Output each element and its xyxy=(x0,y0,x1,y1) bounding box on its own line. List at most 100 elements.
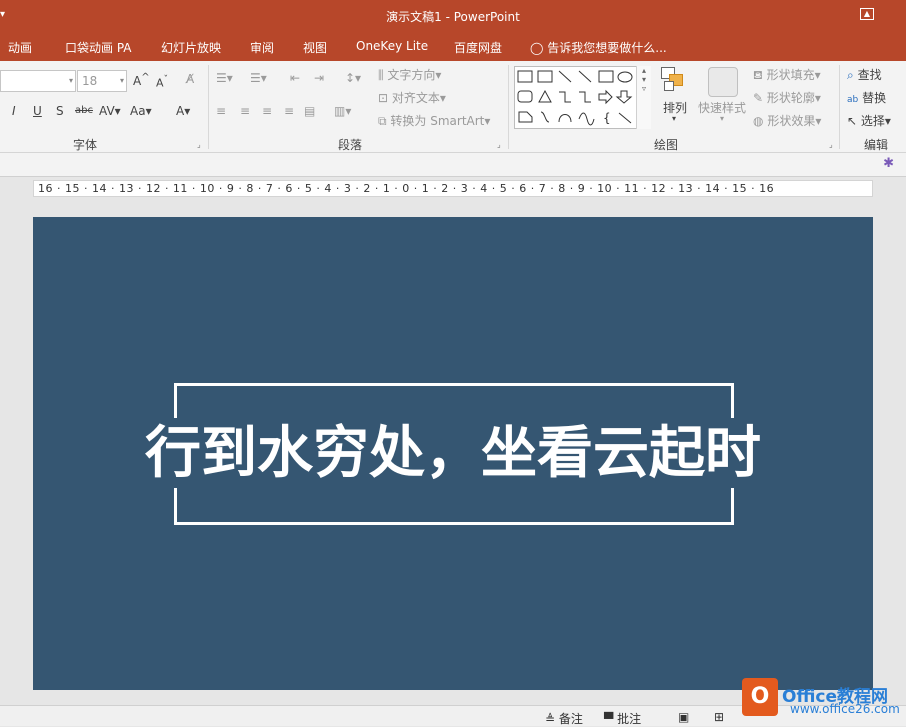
numbering-icon[interactable]: ☰▾ xyxy=(250,71,267,85)
slide-title-text[interactable]: 行到水穷处，坐看云起时 xyxy=(133,418,773,488)
search-icon: ⌕ xyxy=(847,68,854,82)
horizontal-ruler: 16 · 15 · 14 · 13 · 12 · 11 · 10 · 9 · 8… xyxy=(33,180,873,197)
shrink-font-icon[interactable]: Aˇ xyxy=(156,74,168,90)
align-text-button[interactable]: ⊡ 对齐文本▾ xyxy=(378,89,446,106)
slide-canvas[interactable]: 行到水穷处，坐看云起时 xyxy=(33,217,873,690)
font-group-label: 字体 xyxy=(73,136,97,153)
tell-me-text: 告诉我您想要做什么... xyxy=(547,41,666,55)
tell-me-box[interactable]: ◯ 告诉我您想要做什么... xyxy=(530,39,667,56)
tab-view[interactable]: 视图 xyxy=(303,39,327,56)
font-name-input[interactable]: ▾ xyxy=(0,70,76,92)
effects-icon: ◍ xyxy=(753,114,763,128)
notes-button[interactable]: ≜ 备注 xyxy=(545,710,583,727)
drawing-dialog-launcher-icon[interactable]: ⌟ xyxy=(829,140,833,149)
underline-icon[interactable]: U xyxy=(33,104,42,118)
design-ideas-icon[interactable]: ✱ xyxy=(883,156,894,171)
text-direction-icon: ⫼ xyxy=(378,68,384,82)
italic-icon[interactable]: I xyxy=(12,104,16,118)
shadow-icon[interactable]: S xyxy=(56,104,64,118)
shape-effects-button[interactable]: ◍ 形状效果▾ xyxy=(753,112,821,129)
normal-view-icon[interactable]: ▣ xyxy=(678,710,689,724)
cursor-icon: ↖ xyxy=(847,114,857,128)
distributed-icon[interactable]: ▤ xyxy=(304,104,315,118)
window-title: 演示文稿1 - PowerPoint xyxy=(0,8,906,25)
align-center-icon[interactable]: ≡ xyxy=(240,104,250,118)
group-divider xyxy=(508,65,509,149)
select-button[interactable]: ↖ 选择▾ xyxy=(847,112,891,129)
shapes-gallery[interactable]: { xyxy=(514,66,651,129)
convert-smartart-button[interactable]: ⧉ 转换为 SmartArt▾ xyxy=(378,112,490,129)
watermark-url: www.office26.com xyxy=(790,702,900,716)
site-watermark: O Office教程网 www.office26.com xyxy=(742,678,906,726)
frame-bottom-bracket[interactable] xyxy=(174,487,734,525)
decrease-indent-icon[interactable]: ⇤ xyxy=(290,71,300,85)
paragraph-group-label: 段落 xyxy=(338,136,362,153)
find-button[interactable]: ⌕ 查找 xyxy=(847,66,882,83)
textbox-shape-icon xyxy=(518,71,532,82)
notes-icon: ≜ xyxy=(545,712,555,726)
editing-group-label: 编辑 xyxy=(864,136,888,153)
title-bar: ▾ 演示文稿1 - PowerPoint ▲ xyxy=(0,0,906,33)
ribbon-tab-bar: 动画 口袋动画 PA 幻灯片放映 审阅 视图 OneKey Lite 百度网盘 … xyxy=(0,33,906,61)
paragraph-dialog-launcher-icon[interactable]: ⌟ xyxy=(497,140,501,149)
line-spacing-icon[interactable]: ↕▾ xyxy=(345,71,361,85)
lightbulb-icon: ◯ xyxy=(530,41,543,55)
font-size-input[interactable]: 18 ▾ xyxy=(77,70,127,92)
rounded-rect-shape-icon xyxy=(518,91,532,102)
font-dialog-launcher-icon[interactable]: ⌟ xyxy=(197,140,201,149)
quick-styles-icon xyxy=(708,67,738,97)
strikethrough-icon[interactable]: abc xyxy=(75,105,93,116)
text-direction-button[interactable]: ⫼ 文字方向▾ xyxy=(378,66,441,83)
arrange-icon xyxy=(661,67,689,93)
tab-onekey-lite[interactable]: OneKey Lite xyxy=(356,39,428,53)
tab-animations[interactable]: 动画 xyxy=(8,39,32,56)
right-arrow-shape-icon xyxy=(599,91,612,103)
snip-shape-icon xyxy=(519,112,532,122)
smartart-icon: ⧉ xyxy=(378,114,387,128)
align-left-icon[interactable]: ≡ xyxy=(216,104,226,118)
clear-formatting-icon[interactable]: A̸ xyxy=(186,72,194,86)
tab-pocket-animation[interactable]: 口袋动画 PA xyxy=(65,39,132,56)
columns-icon[interactable]: ▥▾ xyxy=(334,104,351,118)
tab-review[interactable]: 审阅 xyxy=(250,39,274,56)
office-logo-icon: O xyxy=(742,678,778,716)
justify-icon[interactable]: ≡ xyxy=(284,104,294,118)
replace-button[interactable]: ab 替换 xyxy=(847,89,886,106)
drawing-group-label: 绘图 xyxy=(654,136,678,153)
ruler-marks: 16 · 15 · 14 · 13 · 12 · 11 · 10 · 9 · 8… xyxy=(38,182,774,195)
elbow-connector-icon xyxy=(559,92,571,102)
tab-slideshow[interactable]: 幻灯片放映 xyxy=(161,39,221,56)
tab-baidu-netdisk[interactable]: 百度网盘 xyxy=(454,39,502,56)
line-shape-icon xyxy=(559,71,571,82)
comments-button[interactable]: ▀ 批注 xyxy=(604,710,641,727)
shape-outline-button[interactable]: ✎ 形状轮廓▾ xyxy=(753,89,821,106)
change-case-icon[interactable]: Aa▾ xyxy=(130,104,152,118)
group-divider xyxy=(208,65,209,149)
arrow-shape-icon xyxy=(579,71,591,82)
elbow-arrow-icon xyxy=(579,92,591,102)
collapsed-pane-bar: ✱ xyxy=(0,153,906,177)
bullets-icon[interactable]: ☰▾ xyxy=(216,71,233,85)
triangle-shape-icon xyxy=(539,91,551,102)
shapes-gallery-scroll[interactable]: ▴▾▿ xyxy=(636,66,651,129)
rectangle-shape-icon xyxy=(599,71,613,82)
frame-top-bracket[interactable] xyxy=(174,383,734,419)
increase-indent-icon[interactable]: ⇥ xyxy=(314,71,324,85)
font-color-icon[interactable]: A▾ xyxy=(176,104,190,118)
ribbon: ▾ 18 ▾ A^ Aˇ A̸ I U S abc AV▾ Aa▾ A▾ 字体 … xyxy=(0,61,906,153)
char-spacing-icon[interactable]: AV▾ xyxy=(99,104,121,118)
font-size-value: 18 xyxy=(82,74,97,88)
chevron-down-icon: ▾ xyxy=(120,76,124,85)
shapes-gallery-icons: { xyxy=(515,67,637,130)
pencil-icon: ✎ xyxy=(753,91,763,105)
shape-fill-button[interactable]: ⛾ 形状填充▾ xyxy=(753,66,821,84)
chevron-down-icon: ▾ xyxy=(720,114,724,123)
align-right-icon[interactable]: ≡ xyxy=(262,104,272,118)
grow-font-icon[interactable]: A^ xyxy=(133,72,150,88)
vertical-textbox-shape-icon xyxy=(538,71,552,82)
chevron-down-icon: ▾ xyxy=(672,114,676,123)
slide-sorter-icon[interactable]: ⊞ xyxy=(714,710,724,724)
oval-shape-icon xyxy=(618,72,632,82)
ribbon-display-options-icon[interactable]: ▲ xyxy=(860,8,874,20)
down-arrow-shape-icon xyxy=(617,91,631,103)
